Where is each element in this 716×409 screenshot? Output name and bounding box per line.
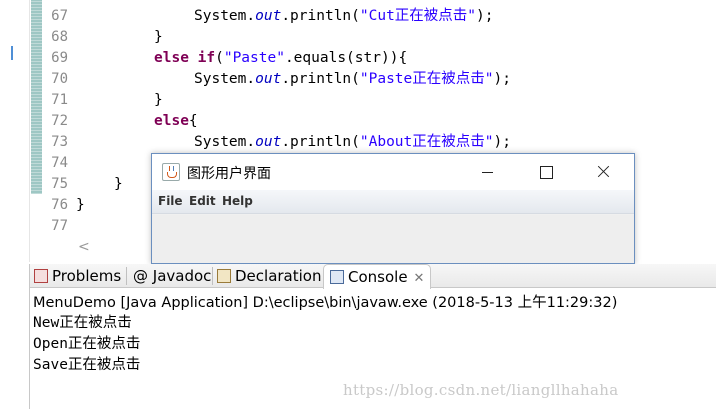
code-token: out <box>255 8 282 24</box>
code-token: .equals(str)){ <box>284 50 408 66</box>
code-token: } <box>76 197 85 213</box>
window-title: 图形用户界面 <box>187 166 271 182</box>
left-marker <box>11 46 13 60</box>
tab-label: Console <box>348 268 408 286</box>
code-line: else{ <box>154 111 198 132</box>
code-token: { <box>188 113 198 129</box>
minimize-button[interactable] <box>458 154 516 190</box>
code-token: } <box>154 29 163 45</box>
line-number: 77 <box>51 218 68 234</box>
code-line: System.out.println("About正在被点击"); <box>194 132 511 153</box>
line-number: 75 <box>51 176 68 192</box>
code-token: ); <box>476 8 494 24</box>
line-number: 72 <box>51 113 68 129</box>
code-line: } <box>154 27 163 48</box>
code-line: System.out.println("Cut正在被点击"); <box>194 6 494 27</box>
tab-javadoc[interactable]: @ Javadoc <box>133 264 211 288</box>
close-icon[interactable]: ✕ <box>414 271 425 286</box>
change-ruler <box>31 0 42 194</box>
code-token: .println( <box>281 8 360 24</box>
tab-console[interactable]: Console ✕ <box>323 264 432 289</box>
tab-separator <box>212 267 213 285</box>
console-output-line: New正在被点击 <box>33 315 132 331</box>
code-token: ( <box>215 50 224 66</box>
code-token: System. <box>194 8 256 24</box>
declaration-icon <box>217 269 231 283</box>
close-button[interactable] <box>574 154 632 190</box>
code-token: .println( <box>281 71 360 87</box>
code-token: ); <box>493 71 511 87</box>
java-cup-icon <box>162 163 180 181</box>
line-number: 73 <box>51 134 68 150</box>
window-titlebar[interactable]: 图形用户界面 <box>152 154 634 190</box>
menu-edit[interactable]: Edit <box>189 194 216 208</box>
code-token: else if <box>154 50 216 66</box>
gui-window[interactable]: 图形用户界面 File Edit Help <box>151 153 635 264</box>
line-number: 70 <box>51 71 68 87</box>
console-icon <box>330 270 344 284</box>
line-number: 69 <box>51 50 68 66</box>
problems-icon <box>34 269 48 283</box>
code-token: "Cut正在被点击" <box>359 8 477 24</box>
maximize-button[interactable] <box>516 154 574 190</box>
editor-left-strip <box>0 0 30 262</box>
code-token: "Paste" <box>223 50 285 66</box>
code-token: "About正在被点击" <box>359 134 494 150</box>
code-token: } <box>114 176 123 192</box>
line-number: 74 <box>51 155 68 171</box>
menu-file[interactable]: File <box>158 194 183 208</box>
tab-label: @ Javadoc <box>133 267 212 285</box>
code-token: else <box>154 113 189 129</box>
code-line: } <box>114 174 123 195</box>
code-line: else if("Paste".equals(str)){ <box>154 48 407 69</box>
process-label: MenuDemo [Java Application] D:\eclipse\b… <box>33 295 618 311</box>
console-output-line: Save正在被点击 <box>33 357 141 373</box>
code-token: out <box>255 134 282 150</box>
console-output-line: Open正在被点击 <box>33 336 141 352</box>
menu-help[interactable]: Help <box>222 194 253 208</box>
code-token: out <box>255 71 282 87</box>
code-line: System.out.println("Paste正在被点击"); <box>194 69 511 90</box>
code-token: .println( <box>281 134 360 150</box>
line-number: 67 <box>51 8 68 24</box>
code-line: } <box>154 90 163 111</box>
code-line: } <box>76 195 85 216</box>
code-token: System. <box>194 134 256 150</box>
code-token: System. <box>194 71 256 87</box>
line-number: 68 <box>51 29 68 45</box>
menu-bar: File Edit Help <box>152 190 634 214</box>
tab-declaration[interactable]: Declaration <box>217 264 321 288</box>
code-token: "Paste正在被点击" <box>359 71 494 87</box>
tab-problems[interactable]: Problems <box>34 264 121 288</box>
line-number: 71 <box>51 92 68 108</box>
line-number: 76 <box>51 197 68 213</box>
window-content <box>152 215 634 263</box>
tab-separator <box>126 267 127 285</box>
code-token: ); <box>493 134 511 150</box>
watermark: https://blog.csdn.net/liangllhahaha <box>343 381 619 399</box>
view-tab-bar: Problems @ Javadoc Declaration Console ✕ <box>30 264 716 289</box>
scroll-left-icon[interactable]: < <box>78 238 92 256</box>
tab-label: Declaration <box>235 267 322 285</box>
code-token: } <box>154 92 163 108</box>
tab-label: Problems <box>52 267 122 285</box>
